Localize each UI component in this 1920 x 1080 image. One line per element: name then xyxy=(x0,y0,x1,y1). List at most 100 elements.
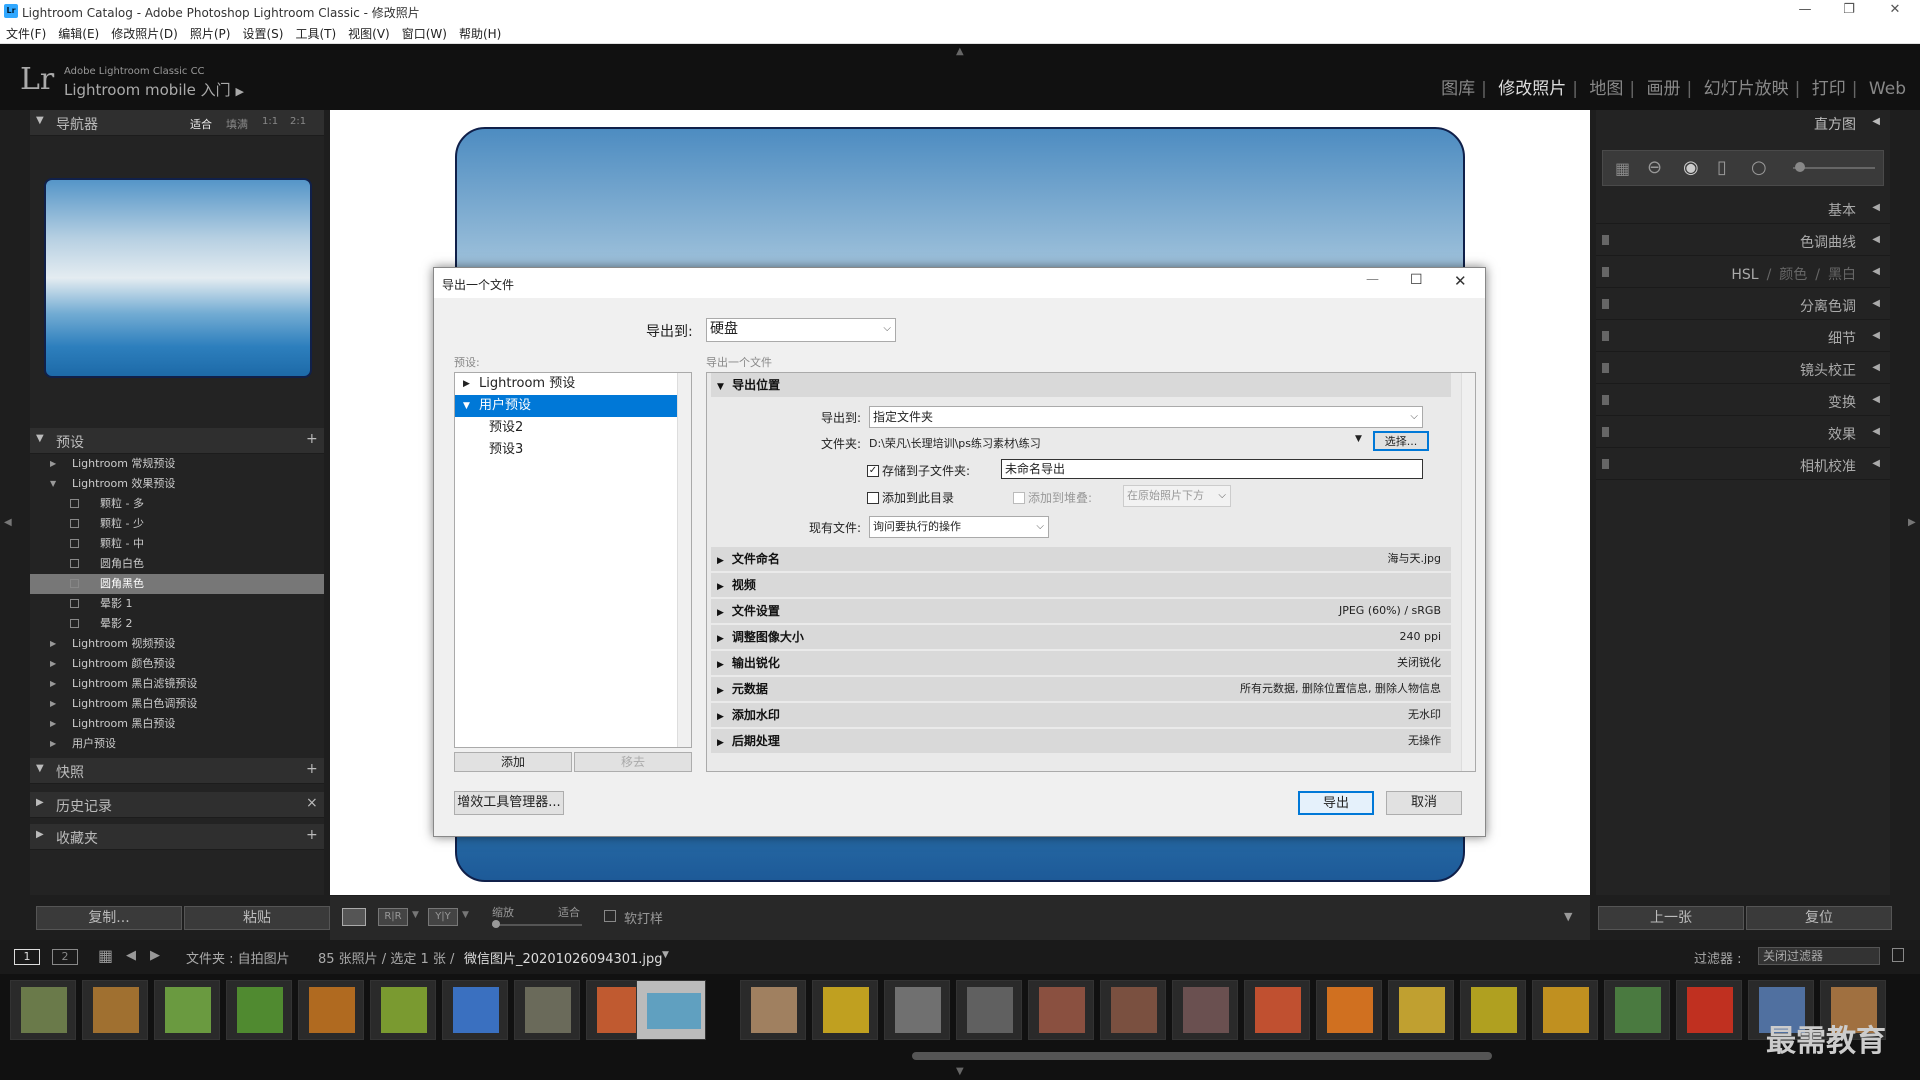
zoom-slider[interactable] xyxy=(492,924,582,926)
export-section[interactable]: ▶ 文件命名 海与天.jpg xyxy=(711,547,1451,571)
paste-settings-button[interactable]: 粘贴 xyxy=(184,906,330,930)
filmstrip-thumbnail[interactable] xyxy=(1604,980,1670,1040)
panel-toggle-switch[interactable] xyxy=(1602,427,1609,437)
menu-tools[interactable]: 工具(T) xyxy=(289,22,342,45)
back-arrow-icon[interactable]: ◀ xyxy=(126,948,136,963)
dialog-preset-node[interactable]: ▼ 用户预设 xyxy=(455,395,677,417)
main-window-tab[interactable]: 1 xyxy=(14,949,40,965)
adjust-panel-header[interactable]: 效果 ◀ xyxy=(1596,416,1890,448)
filter-lock-icon[interactable] xyxy=(1892,948,1904,962)
module-develop[interactable]: 修改照片 xyxy=(1498,79,1566,99)
preset-item[interactable]: ▶ Lightroom 视频预设 xyxy=(30,634,324,654)
redeye-icon[interactable]: ◉ xyxy=(1683,157,1699,178)
preset-item[interactable]: ▶ 用户预设 xyxy=(30,734,324,754)
collapse-right-icon[interactable]: ▶ xyxy=(1908,517,1916,528)
reset-button[interactable]: 复位 xyxy=(1746,906,1892,930)
module-book[interactable]: 画册 xyxy=(1647,79,1681,99)
preset-item[interactable]: 圆角黑色 xyxy=(30,574,324,594)
filmstrip-thumbnail[interactable] xyxy=(740,980,806,1040)
adjust-panel-header[interactable]: 相机校准 ◀ xyxy=(1596,448,1890,480)
hsl-tab[interactable]: / xyxy=(1815,267,1820,283)
close-icon[interactable]: ✕ xyxy=(1880,2,1910,17)
preset-tree-scrollbar[interactable] xyxy=(677,373,691,747)
crop-grid-icon[interactable]: ▦ xyxy=(1615,159,1630,178)
filmstrip-thumbnail[interactable] xyxy=(956,980,1022,1040)
previous-button[interactable]: 上一张 xyxy=(1598,906,1744,930)
export-section[interactable]: ▶ 输出锐化 关闭锐化 xyxy=(711,651,1451,675)
identity-line2[interactable]: Lightroom mobile 入门 ▶ xyxy=(64,79,244,100)
export-to-select[interactable]: 硬盘 ⌵ xyxy=(706,318,896,342)
menu-photo[interactable]: 照片(P) xyxy=(184,22,237,45)
hsl-tab[interactable]: 黑白 xyxy=(1828,267,1856,283)
export-section[interactable]: ▶ 添加水印 无水印 xyxy=(711,703,1451,727)
forward-arrow-icon[interactable]: ▶ xyxy=(150,948,160,963)
adjust-panel-header[interactable]: 变换 ◀ xyxy=(1596,384,1890,416)
panel-toggle-switch[interactable] xyxy=(1602,267,1609,277)
adjust-panel-header[interactable]: 基本 ◀ xyxy=(1596,192,1890,224)
preset-item[interactable]: ▶ Lightroom 颜色预设 xyxy=(30,654,324,674)
filmstrip-thumbnail[interactable] xyxy=(442,980,508,1040)
brush-slider[interactable] xyxy=(1793,167,1875,169)
preset-item[interactable]: ▶ Lightroom 黑白预设 xyxy=(30,714,324,734)
hsl-tab[interactable]: HSL xyxy=(1731,267,1758,283)
chevron-down-icon[interactable]: ▼ xyxy=(462,910,469,920)
dialog-preset-node[interactable]: ▶ Lightroom 预设 xyxy=(455,373,677,395)
filmstrip-thumbnail[interactable] xyxy=(1172,980,1238,1040)
preset-item[interactable]: 圆角白色 xyxy=(30,554,324,574)
subfolder-input[interactable]: 未命名导出 xyxy=(1001,459,1423,479)
filmstrip-thumbnail[interactable] xyxy=(226,980,292,1040)
module-library[interactable]: 图库 xyxy=(1441,79,1475,99)
secondary-window-tab[interactable]: 2 xyxy=(52,949,78,965)
adjust-panel-header[interactable]: 分离色调 ◀ xyxy=(1596,288,1890,320)
spot-removal-icon[interactable]: ⊖ xyxy=(1647,157,1662,178)
chevron-down-icon[interactable]: ▼ xyxy=(662,950,669,960)
filmstrip-thumbnail[interactable] xyxy=(1388,980,1454,1040)
minimize-icon[interactable]: — xyxy=(1366,272,1379,287)
panel-toggle-switch[interactable] xyxy=(1602,331,1609,341)
filmstrip-thumbnail[interactable] xyxy=(10,980,76,1040)
filmstrip-thumbnail[interactable] xyxy=(1532,980,1598,1040)
zoom-2-1[interactable]: 2:1 xyxy=(290,116,306,127)
softproof-checkbox[interactable] xyxy=(604,910,616,922)
filmstrip-thumbnail[interactable] xyxy=(1100,980,1166,1040)
filmstrip-thumbnail[interactable] xyxy=(884,980,950,1040)
filmstrip-thumbnail[interactable] xyxy=(1460,980,1526,1040)
preset-item[interactable]: ▶ Lightroom 黑白色调预设 xyxy=(30,694,324,714)
cancel-button[interactable]: 取消 xyxy=(1386,791,1462,815)
add-preset-button[interactable]: 添加 xyxy=(454,752,572,772)
module-print[interactable]: 打印 xyxy=(1812,79,1846,99)
copy-settings-button[interactable]: 复制... xyxy=(36,906,182,930)
menu-edit[interactable]: 编辑(E) xyxy=(52,22,105,45)
panel-toggle-switch[interactable] xyxy=(1602,235,1609,245)
preset-item[interactable]: 晕影 1 xyxy=(30,594,324,614)
grid-view-icon[interactable]: ▦ xyxy=(98,946,113,965)
filmstrip-filename[interactable]: 微信图片_20201026094301.jpg xyxy=(464,948,663,967)
close-icon[interactable]: ✕ xyxy=(1454,272,1467,290)
stack-position-select[interactable]: 在原始照片下方 ⌵ xyxy=(1123,485,1231,507)
module-web[interactable]: Web xyxy=(1869,79,1906,99)
dialog-preset-node[interactable]: 预设3 xyxy=(455,439,677,461)
filmstrip-thumbnail[interactable] xyxy=(636,980,706,1040)
module-map[interactable]: 地图 xyxy=(1589,79,1623,99)
panel-toggle-switch[interactable] xyxy=(1602,363,1609,373)
export-section[interactable]: ▶ 视频 xyxy=(711,573,1451,597)
existing-files-select[interactable]: 询问要执行的操作 ⌵ xyxy=(869,516,1049,538)
graduated-filter-icon[interactable]: ▯ xyxy=(1717,157,1727,178)
adjust-panel-header[interactable]: 细节 ◀ xyxy=(1596,320,1890,352)
toolbar-menu-icon[interactable]: ▼ xyxy=(1564,910,1572,923)
hsl-tab[interactable]: 颜色 xyxy=(1779,267,1807,283)
collapse-left-icon[interactable]: ◀ xyxy=(4,517,12,528)
adjust-panel-header[interactable]: 色调曲线 ◀ xyxy=(1596,224,1890,256)
add-preset-icon[interactable]: + xyxy=(306,431,318,447)
preset-item[interactable]: ▶ Lightroom 黑白滤镜预设 xyxy=(30,674,324,694)
add-catalog-option[interactable]: 添加到此目录 xyxy=(867,489,954,506)
hsl-tab[interactable]: / xyxy=(1767,267,1772,283)
filmstrip-thumbnail[interactable] xyxy=(82,980,148,1040)
filmstrip-thumbnail[interactable] xyxy=(370,980,436,1040)
preset-item[interactable]: 晕影 2 xyxy=(30,614,324,634)
filmstrip-thumbnail[interactable] xyxy=(154,980,220,1040)
filmstrip-scrollbar[interactable] xyxy=(912,1052,1492,1060)
zoom-fill[interactable]: 填满 xyxy=(226,116,248,132)
collapse-top-icon[interactable]: ▲ xyxy=(956,46,964,57)
menu-view[interactable]: 视图(V) xyxy=(342,22,396,45)
